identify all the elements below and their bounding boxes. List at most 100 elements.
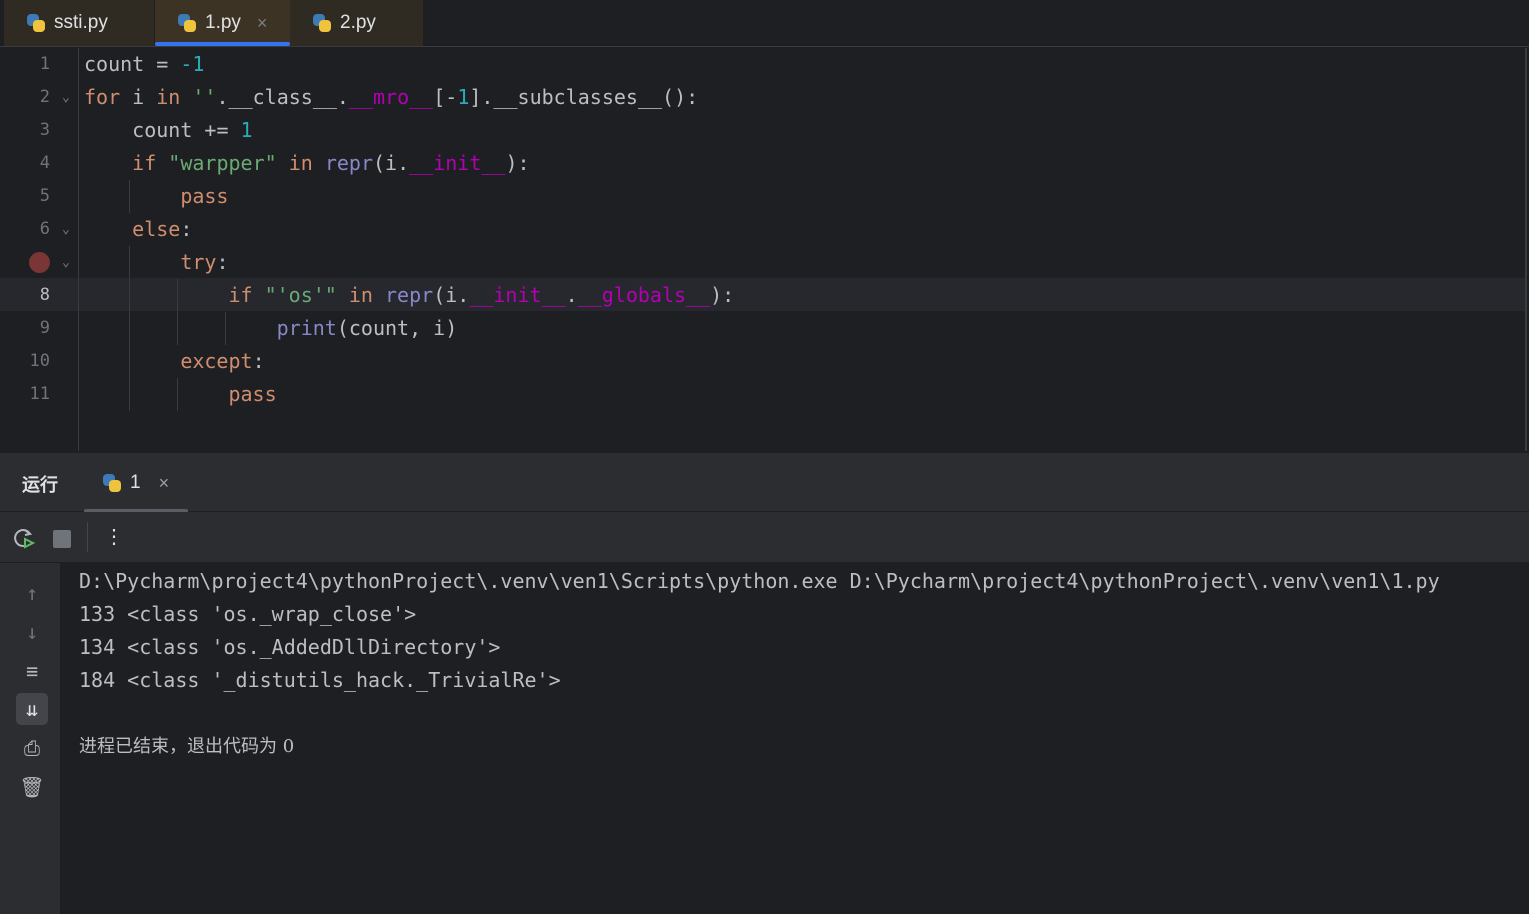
code-token: ].__subclasses__(): (469, 85, 699, 109)
code-token: in (156, 85, 193, 109)
line-number: 10 (29, 351, 50, 371)
tab-label: ssti.py (54, 12, 108, 33)
line-number: 3 (39, 120, 50, 140)
indent-guide (177, 312, 179, 345)
code-token: for (84, 85, 133, 109)
run-panel-header: 运行 1 × (0, 452, 1529, 513)
code-token: "warpper" (168, 151, 289, 175)
code-token: if (132, 151, 169, 175)
close-icon[interactable]: × (159, 473, 170, 494)
code-line: if "'os'" in repr(i.__init__.__globals__… (228, 279, 734, 312)
code-token: ): (505, 151, 530, 175)
print-icon[interactable]: ⎙ (16, 732, 48, 764)
console-output-line: 184 <class '_distutils_hack._TrivialRe'> (79, 668, 561, 692)
code-token: count += (132, 118, 241, 142)
tab-1-py[interactable]: 1.py × (155, 0, 290, 46)
code-token: (count, i) (336, 316, 458, 340)
code-token: ): (710, 283, 735, 307)
code-token: 1 (240, 118, 253, 142)
code-token: -1 (180, 52, 205, 76)
process-exit-message: 进程已结束，退出代码为 0 (79, 736, 295, 757)
line-number: 5 (39, 186, 50, 206)
code-token: in (348, 283, 386, 307)
indent-guide (129, 312, 131, 345)
run-tab-1[interactable]: 1 × (84, 453, 188, 513)
code-line: except: (180, 345, 264, 378)
fold-chevron-icon[interactable]: ⌄ (62, 213, 74, 246)
line-number: 11 (29, 384, 50, 404)
fold-chevron-icon[interactable]: ⌄ (62, 246, 74, 279)
code-token: __mro__ (348, 85, 434, 109)
code-token: else (132, 217, 181, 241)
code-token: print (276, 316, 337, 340)
code-editor[interactable]: 1 count = -1 2 ⌄ for i in ''.__class__.__mro… (0, 48, 1529, 451)
code-token: in (288, 151, 325, 175)
code-token: : (180, 217, 193, 241)
code-token: __init__ (469, 283, 566, 307)
rerun-icon[interactable] (12, 526, 36, 555)
indent-guide (129, 378, 131, 411)
line-number: 6 (39, 219, 50, 239)
python-file-icon (312, 13, 332, 33)
code-line: pass (180, 180, 228, 213)
stop-icon[interactable] (53, 530, 71, 548)
code-token: pass (228, 382, 277, 406)
code-token: .__class__. (216, 85, 349, 109)
indent-guide (225, 312, 227, 345)
code-token: "'os'" (264, 283, 349, 307)
tab-label: 1.py (205, 12, 241, 33)
gutter-divider (78, 48, 79, 451)
active-tab-indicator (155, 42, 290, 46)
code-token: __init__ (409, 151, 506, 175)
python-file-icon (177, 13, 197, 33)
console-output[interactable]: D:\Pycharm\project4\pythonProject\.venv\… (79, 565, 1440, 763)
indent-guide (129, 246, 131, 279)
tab-label: 2.py (340, 12, 376, 33)
line-number: 8 (39, 285, 50, 305)
code-line: count = -1 (84, 48, 204, 81)
console-output-line: 133 <class 'os._wrap_close'> (79, 602, 417, 626)
run-tab-label: 1 (130, 472, 141, 493)
more-options-icon[interactable]: ⋮ (104, 524, 124, 548)
code-token: except (180, 349, 253, 373)
code-line: count += 1 (132, 114, 252, 147)
code-token: 1 (457, 85, 470, 109)
code-line: try: (180, 246, 228, 279)
trash-icon[interactable]: 🗑 (16, 771, 48, 803)
console-command-line: D:\Pycharm\project4\pythonProject\.venv\… (79, 569, 1440, 593)
code-token: [- (433, 85, 458, 109)
code-token: try (180, 250, 217, 274)
indent-guide (129, 180, 131, 213)
code-token: (i. (433, 283, 470, 307)
tab-2-py[interactable]: 2.py (290, 0, 423, 46)
indent-guide (177, 279, 179, 312)
console-side-toolbar: ↑ ↓ ≡ ⇊ ⎙ 🗑 (0, 563, 60, 914)
code-token: pass (180, 184, 229, 208)
code-token: repr (324, 151, 373, 175)
code-token: : (252, 349, 265, 373)
line-number: 4 (39, 153, 50, 173)
code-token: repr (385, 283, 434, 307)
tab-ssti-py[interactable]: ssti.py (4, 0, 154, 46)
soft-wrap-icon[interactable]: ≡ (16, 655, 48, 687)
run-toolbar: ⋮ (0, 512, 1529, 563)
arrow-up-icon[interactable]: ↑ (16, 577, 48, 609)
editor-scrollbar[interactable] (1525, 48, 1527, 451)
code-token: (i. (373, 151, 410, 175)
code-token: __globals__ (577, 283, 711, 307)
scroll-to-end-icon[interactable]: ⇊ (16, 693, 48, 725)
code-line: print(count, i) (277, 312, 458, 345)
code-line: for i in ''.__class__.__mro__[-1].__subc… (84, 81, 698, 114)
fold-chevron-icon[interactable]: ⌄ (62, 81, 74, 114)
code-line: pass (228, 378, 276, 411)
breakpoint-icon[interactable] (29, 252, 50, 273)
code-token: '' (192, 85, 217, 109)
code-token: count = (84, 52, 181, 76)
line-number: 2 (39, 87, 50, 107)
code-token: i (132, 85, 157, 109)
arrow-down-icon[interactable]: ↓ (16, 616, 48, 648)
console-output-line: 134 <class 'os._AddedDllDirectory'> (79, 635, 501, 659)
line-number: 9 (39, 318, 50, 338)
close-icon[interactable]: × (257, 13, 268, 34)
